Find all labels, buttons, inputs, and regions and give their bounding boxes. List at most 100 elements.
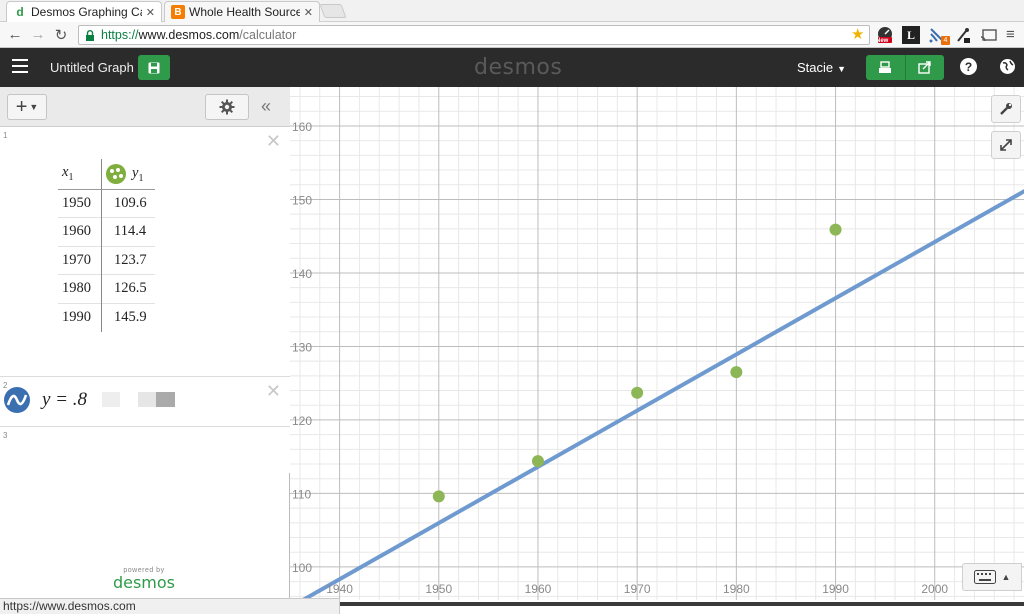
y-tick-label: 140	[292, 267, 312, 281]
expression-toolbar: + ▼ «	[0, 87, 290, 127]
obscured-region	[102, 392, 120, 407]
reload-icon[interactable]: ↻	[52, 26, 70, 44]
user-menu[interactable]: Stacie ▼	[797, 60, 846, 75]
table-cell[interactable]: 123.7	[101, 245, 155, 275]
expression-formula[interactable]: y = .8	[42, 389, 87, 411]
collapse-panel-icon[interactable]: «	[261, 96, 271, 117]
fullscreen-button[interactable]	[991, 131, 1021, 159]
desmos-d-icon: d	[16, 5, 24, 19]
graph-settings-button[interactable]	[991, 95, 1021, 123]
y-tick-label: 130	[292, 340, 312, 354]
data-point	[432, 490, 445, 503]
url-protocol: https://	[101, 28, 139, 42]
data-table[interactable]: x1 y1 1950 109.6 1960 114.4 1970 123.7 1980…	[58, 159, 155, 332]
table-cell[interactable]: 1970	[58, 245, 102, 275]
count-badge: 4	[941, 36, 950, 45]
chevron-down-icon: ▼	[29, 102, 39, 112]
expand-icon	[1000, 139, 1012, 151]
x-tick-label: 1950	[425, 582, 452, 596]
x-tick-label: 1990	[822, 582, 849, 596]
new-badge: New	[876, 38, 889, 44]
obscured-region	[138, 392, 156, 407]
desmos-logo: desmos	[474, 55, 563, 80]
keypad-button[interactable]: ▲	[962, 563, 1022, 591]
x-tick-label: 1980	[723, 582, 750, 596]
table-row: 1950 109.6	[58, 188, 155, 218]
table-cell[interactable]: 1960	[58, 217, 102, 246]
graph-title[interactable]: Untitled Graph	[50, 60, 134, 75]
y-tick-label: 150	[292, 193, 312, 207]
close-icon[interactable]: ✕	[304, 6, 313, 19]
tab-title: Desmos Graphing Ca	[31, 5, 142, 19]
table-row: 1980 126.5	[58, 274, 155, 303]
eyedropper-icon[interactable]	[954, 26, 972, 44]
lock-icon	[86, 29, 94, 41]
share-button[interactable]	[904, 55, 945, 80]
save-button[interactable]	[138, 55, 170, 80]
plus-icon: +	[15, 95, 28, 118]
table-header-y[interactable]: y1	[101, 159, 155, 190]
obscured-region	[156, 392, 175, 407]
expression-line[interactable]: 2 y = .8 ✕	[0, 377, 290, 427]
cast-icon[interactable]	[980, 26, 998, 44]
url-host: www.desmos.com	[138, 28, 240, 42]
url-path: /calculator	[239, 28, 297, 42]
chrome-menu-icon[interactable]: ≡	[1006, 26, 1015, 43]
expression-table[interactable]: 1 ✕ x1 y1 1950 109.6 1960 114.4 1970 123.7 …	[0, 127, 290, 377]
powered-by-desmos[interactable]: powered by desmos	[110, 567, 178, 592]
graph-canvas[interactable]: 100 110 120 130 140 150 160 1940 1950 1960 1970 198…	[290, 87, 1024, 600]
expression-panel: + ▼ « 1 ✕ x1 y1 1950 109.6 1960 114.4 19…	[0, 87, 290, 600]
table-cell[interactable]: 1980	[58, 274, 102, 303]
table-cell[interactable]: 114.4	[101, 217, 155, 246]
desmos-header: Untitled Graph desmos Stacie ▼ ?	[0, 48, 1024, 87]
expression-index: 3	[3, 431, 8, 440]
wrench-icon	[1000, 103, 1012, 115]
share-icon	[918, 61, 931, 74]
table-cell[interactable]: 109.6	[101, 188, 155, 218]
delete-icon[interactable]: ✕	[266, 381, 281, 402]
print-button[interactable]	[866, 55, 905, 80]
blogger-icon: B	[171, 5, 185, 19]
header-sub: 1	[138, 172, 144, 184]
table-cell[interactable]: 1950	[58, 188, 102, 218]
y-tick-label: 100	[292, 561, 312, 575]
points-style-icon[interactable]	[106, 163, 126, 184]
curve-style-icon[interactable]	[4, 387, 30, 413]
l-icon[interactable]: L	[902, 26, 920, 44]
keyboard-icon	[973, 570, 996, 584]
close-icon[interactable]: ✕	[146, 6, 155, 19]
chevron-down-icon: ▼	[837, 64, 847, 74]
y-tick-label: 160	[292, 120, 312, 134]
tab-whole-health[interactable]: B Whole Health Source ✕	[164, 1, 320, 22]
x-tick-label: 1970	[624, 582, 651, 596]
table-header-x[interactable]: x1	[58, 159, 102, 190]
data-point	[531, 455, 544, 468]
back-icon[interactable]: ←	[6, 26, 24, 43]
settings-button[interactable]	[205, 94, 249, 120]
chevron-up-icon: ▲	[1001, 572, 1011, 582]
table-cell[interactable]: 145.9	[101, 302, 155, 332]
forward-icon[interactable]: →	[29, 26, 47, 43]
table-row: 1960 114.4	[58, 217, 155, 246]
share-button-group	[866, 55, 944, 80]
globe-icon[interactable]	[999, 58, 1016, 75]
hamburger-menu-icon[interactable]	[12, 59, 28, 73]
new-tab-button[interactable]	[319, 4, 347, 18]
floppy-disk-icon	[148, 62, 160, 73]
table-cell[interactable]: 126.5	[101, 274, 155, 303]
y-tick-label: 110	[292, 487, 311, 501]
expression-empty[interactable]: 3	[0, 427, 290, 473]
tab-desmos[interactable]: d Desmos Graphing Ca ✕	[6, 1, 162, 22]
bookmark-star-icon[interactable]: ★	[851, 25, 864, 43]
table-cell[interactable]: 1990	[58, 302, 102, 332]
address-bar: ← → ↻ https:// www.desmos.com /calculato…	[0, 22, 1024, 48]
print-icon	[879, 61, 892, 73]
url-input[interactable]: https:// www.desmos.com /calculator	[78, 25, 870, 45]
gear-icon	[219, 99, 235, 115]
add-item-button[interactable]: + ▼	[7, 94, 47, 120]
delete-icon[interactable]: ✕	[266, 131, 281, 152]
data-point	[730, 366, 743, 379]
help-icon[interactable]: ?	[960, 58, 977, 75]
x-tick-label: 1940	[326, 582, 353, 596]
graph-paper[interactable]: 100 110 120 130 140 150 160 1940 1950 1960 1970 198…	[290, 87, 1024, 600]
